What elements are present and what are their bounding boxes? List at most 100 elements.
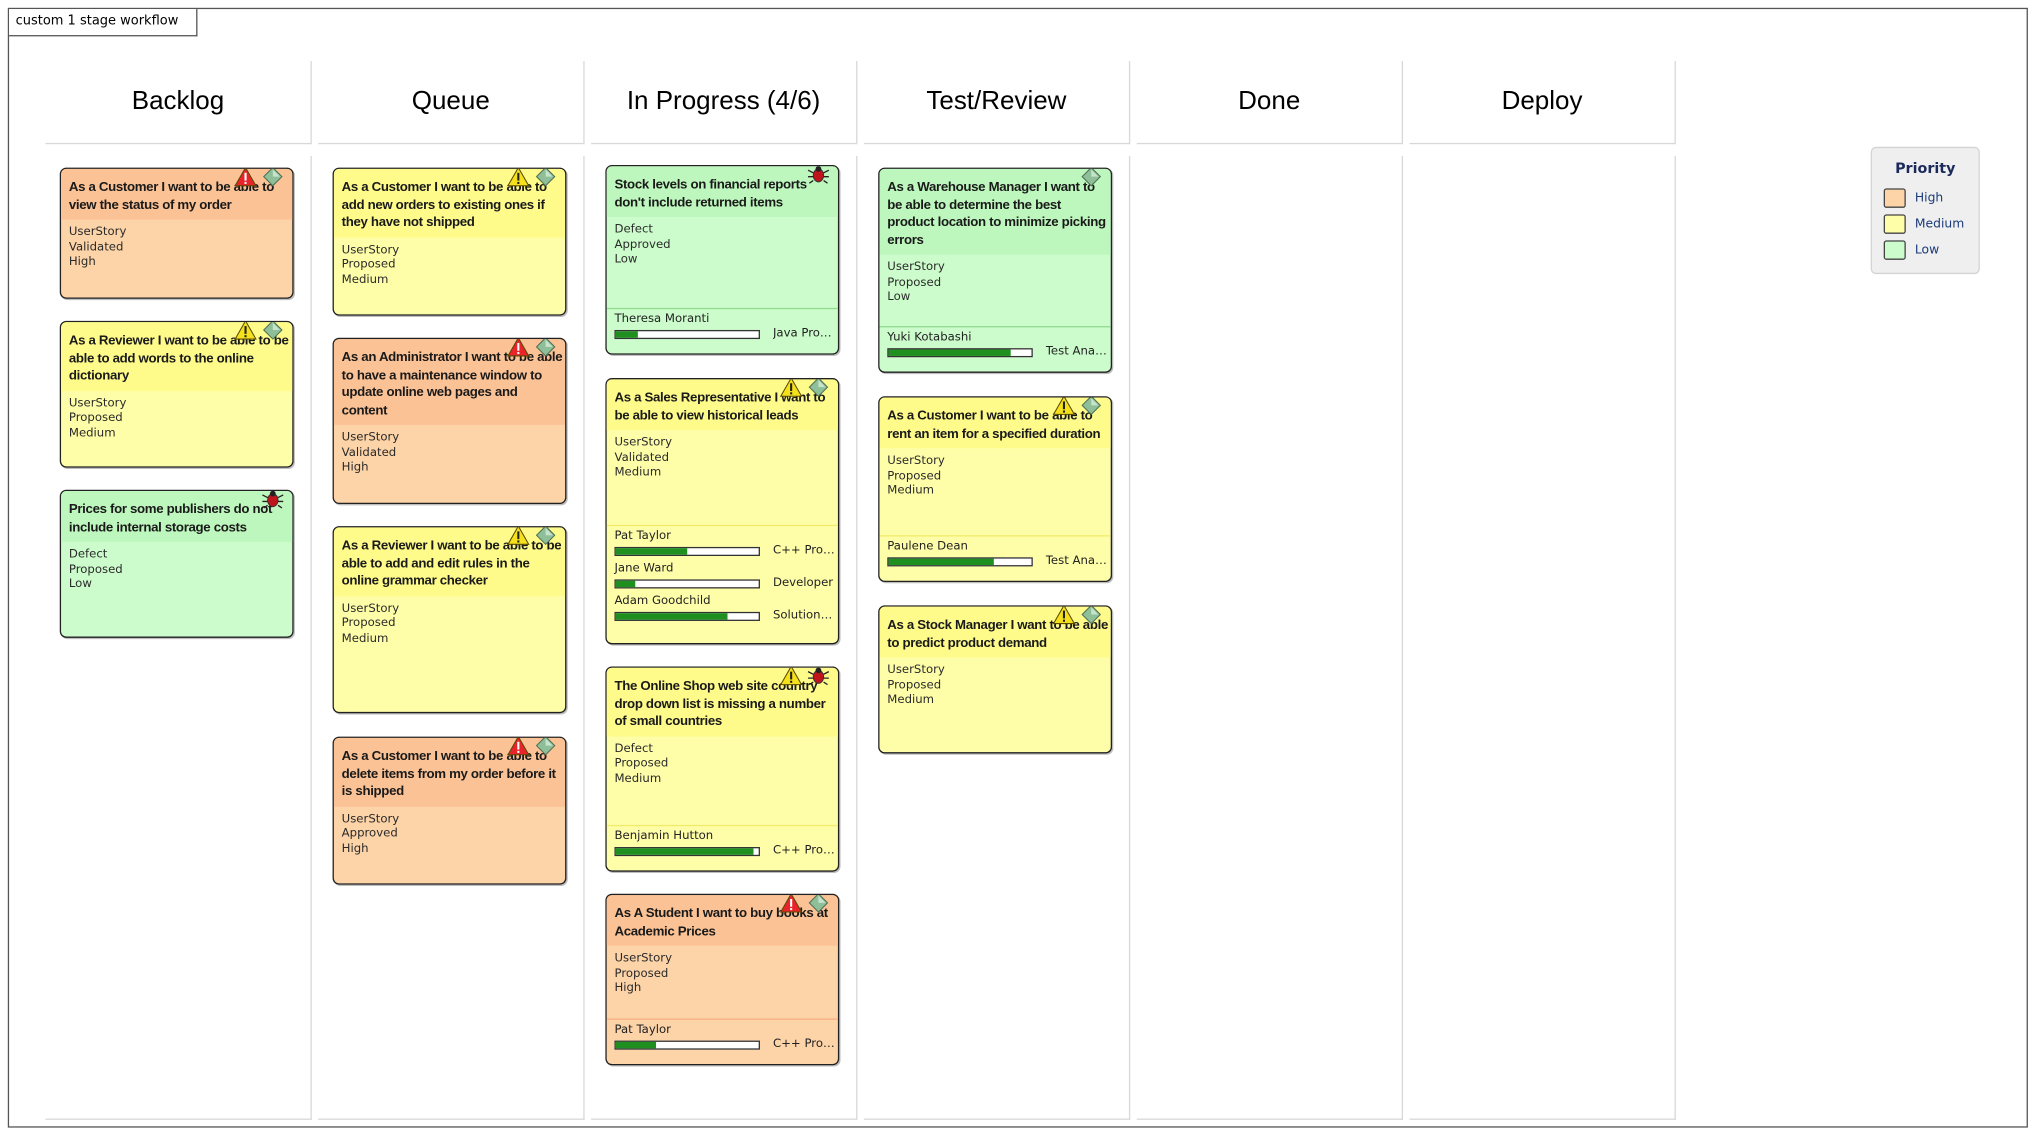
resource-row: Pat Taylor C++ Progr... <box>614 1023 835 1056</box>
card-icons <box>503 168 558 187</box>
bug-icon <box>807 667 830 686</box>
warning-red-icon <box>779 895 803 913</box>
card-priority: High <box>341 461 369 475</box>
resource-name: Benjamin Hutton <box>614 830 714 844</box>
resource-progress-bar <box>887 557 1033 567</box>
legend-title: Priority <box>1895 159 1956 177</box>
card-type: UserStory <box>68 396 127 410</box>
diamond-icon <box>1081 168 1102 187</box>
card-priority: Medium <box>614 772 662 786</box>
resource-name: Pat Taylor <box>614 1023 671 1037</box>
warning-yellow-icon <box>779 667 803 686</box>
diamond-icon <box>1081 397 1102 416</box>
kanban-card[interactable]: As an Administrator I want to be able to… <box>332 337 567 505</box>
card-status: Proposed <box>887 469 942 483</box>
resource-progress-fill <box>615 848 753 855</box>
resource-progress-bar <box>614 546 760 557</box>
legend-label-medium: Medium <box>1914 216 1965 232</box>
lane-header-backlog[interactable]: Backlog <box>45 61 312 145</box>
card-icons <box>503 527 558 546</box>
legend-swatch-medium <box>1883 214 1906 234</box>
resource-name: Adam Goodchild <box>614 594 711 608</box>
resource-role: Test Anal... <box>1045 345 1109 359</box>
card-status: Proposed <box>614 967 669 981</box>
kanban-card[interactable]: Prices for some publishers do not includ… <box>59 489 294 638</box>
lane-header-queue[interactable]: Queue <box>318 61 585 145</box>
diamond-icon <box>535 168 556 187</box>
resource-role: Test Anal... <box>1045 554 1109 568</box>
card-icons <box>776 895 831 913</box>
lane-deploy[interactable] <box>1409 155 1676 1120</box>
card-type: Defect <box>614 223 654 237</box>
card-status: Proposed <box>341 258 396 272</box>
legend-swatch-low <box>1883 240 1906 260</box>
kanban-card[interactable]: As A Student I want to buy books at Acad… <box>605 893 840 1066</box>
warning-yellow-icon <box>507 527 530 545</box>
card-type: UserStory <box>887 454 945 468</box>
bug-icon <box>807 166 830 184</box>
card-priority: Medium <box>887 693 935 707</box>
warning-yellow-icon <box>234 322 257 340</box>
card-status: Proposed <box>887 678 942 692</box>
kanban-card[interactable]: As a Stock Manager I want to be able to … <box>878 605 1113 754</box>
resource-progress-bar <box>614 1040 760 1050</box>
lane-header-deploy[interactable]: Deploy <box>1409 61 1676 145</box>
diamond-icon <box>262 322 283 340</box>
resource-row: Adam Goodchild Solution ... <box>614 594 835 627</box>
kanban-card[interactable]: As a Customer I want to be able to add n… <box>332 167 567 316</box>
lane-header-in-progress[interactable]: In Progress (4/6) <box>591 61 858 145</box>
card-status: Validated <box>341 446 397 460</box>
card-resources: Yuki Kotabashi Test Anal... <box>879 326 1111 366</box>
card-icons <box>503 339 558 357</box>
warning-yellow-icon <box>1052 606 1076 625</box>
card-priority: Medium <box>887 484 935 498</box>
resource-role: C++ Progr... <box>772 844 835 858</box>
card-icons <box>803 166 830 184</box>
legend-label-low: Low <box>1914 242 1940 258</box>
lane-header-test-review[interactable]: Test/Review <box>863 61 1131 145</box>
warning-red-icon <box>507 737 530 756</box>
card-resources: Benjamin Hutton C++ Progr... <box>606 824 838 865</box>
card-icons <box>1048 397 1103 416</box>
card-icons <box>1076 168 1103 187</box>
kanban-card[interactable]: As a Reviewer I want to be able to be ab… <box>332 526 567 714</box>
resource-role: C++ Progr... <box>772 544 835 558</box>
card-priority: Medium <box>614 466 662 480</box>
kanban-card[interactable]: As a Reviewer I want to be able to be ab… <box>59 320 294 468</box>
card-status: Proposed <box>68 411 123 425</box>
card-type: UserStory <box>341 243 400 257</box>
bug-icon <box>262 491 284 509</box>
card-priority: High <box>341 842 369 856</box>
diamond-icon <box>262 168 283 187</box>
kanban-card[interactable]: Stock levels on financial reports don't … <box>605 164 840 355</box>
card-type: Defect <box>614 742 654 756</box>
card-type: UserStory <box>341 602 400 616</box>
kanban-card[interactable]: As a Customer I want to be able to delet… <box>332 736 567 885</box>
kanban-card[interactable]: The Online Shop web site country drop do… <box>605 666 840 872</box>
card-priority: Medium <box>341 632 389 646</box>
card-icons <box>1048 606 1103 625</box>
resource-row: Yuki Kotabashi Test Anal... <box>887 331 1108 363</box>
kanban-card[interactable]: As a Customer I want to be able to view … <box>59 167 294 299</box>
card-icons <box>776 667 831 686</box>
card-type: UserStory <box>614 436 673 450</box>
kanban-card[interactable]: As a Warehouse Manager I want to be able… <box>878 167 1113 373</box>
card-icons <box>230 168 285 187</box>
resource-row: Benjamin Hutton C++ Progr... <box>614 830 835 862</box>
card-meta: UserStory Validated Medium <box>607 430 838 487</box>
resource-progress-fill <box>615 548 688 555</box>
resource-row: Paulene Dean Test Anal... <box>887 540 1108 572</box>
lane-done[interactable] <box>1136 155 1404 1120</box>
legend-item-low: Low <box>1883 236 1979 262</box>
kanban-card[interactable]: As a Sales Representative I want to be a… <box>605 378 840 645</box>
diamond-icon <box>808 895 829 913</box>
diagram-title: custom 1 stage workflow <box>9 9 198 37</box>
resource-progress-fill <box>615 1041 656 1049</box>
card-priority: Low <box>887 291 911 305</box>
card-status: Proposed <box>68 563 123 577</box>
card-meta: UserStory Validated High <box>61 220 292 277</box>
lane-header-done[interactable]: Done <box>1136 61 1404 145</box>
kanban-card[interactable]: As a Customer I want to be able to rent … <box>878 396 1113 582</box>
card-status: Proposed <box>341 617 396 631</box>
resource-name: Jane Ward <box>614 562 674 576</box>
